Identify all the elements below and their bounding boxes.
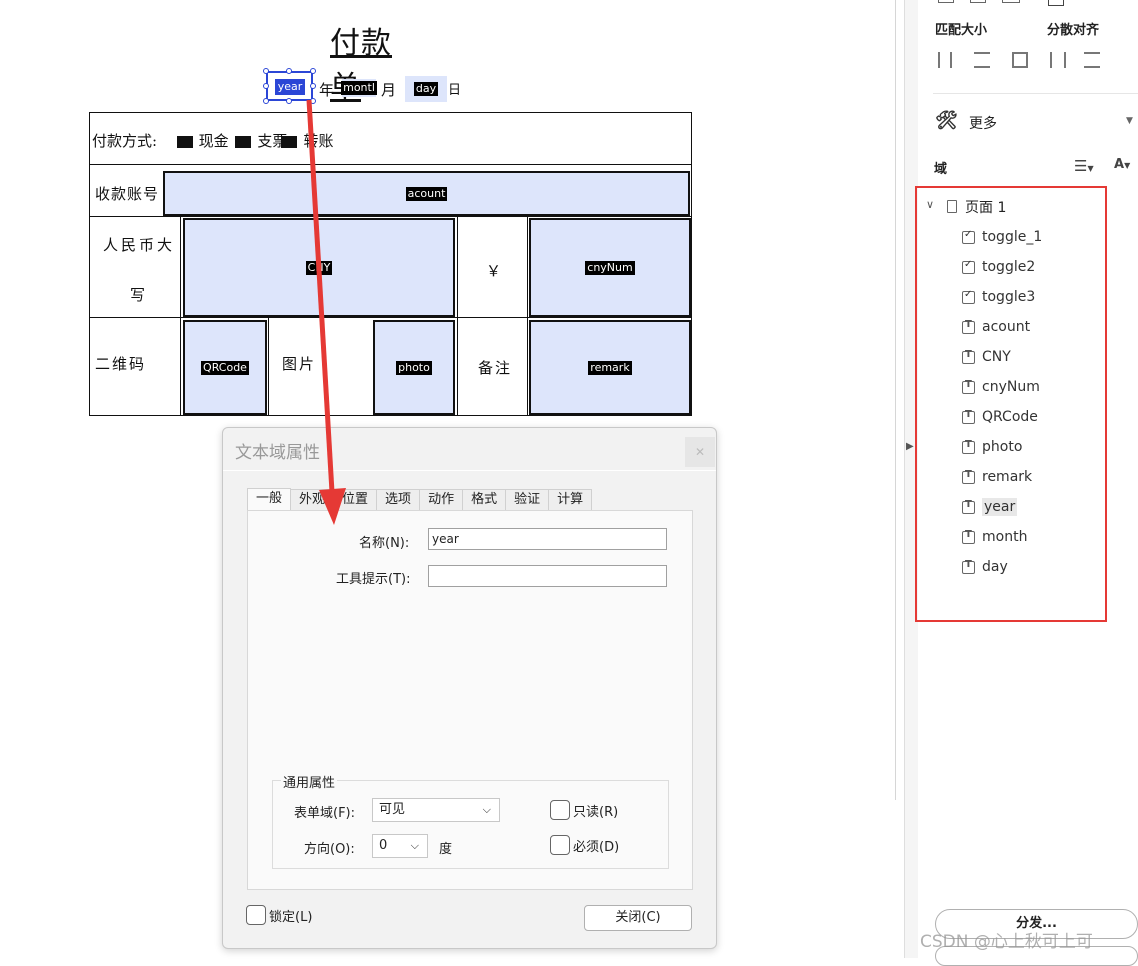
tree-item-label: month <box>982 529 1028 545</box>
text-field-icon <box>962 349 975 364</box>
watermark: CSDN @心上秋可上可 <box>920 932 1093 952</box>
text-field-icon <box>962 499 975 514</box>
right-panel: 匹配大小 分散对齐 🛠 更多 ▼ 域 ☰▼ A▼ ∨ 页面 1 toggle_1… <box>915 0 1138 966</box>
size-icon[interactable] <box>938 0 954 3</box>
tree-item-label: acount <box>982 319 1031 335</box>
tree-item-photo[interactable]: photo <box>962 432 1022 462</box>
match-size-label: 匹配大小 <box>935 23 988 38</box>
tree-item-label: QRCode <box>982 409 1038 425</box>
tree-item-acount[interactable]: acount <box>962 312 1030 342</box>
distribute-horizontal-icon[interactable] <box>1050 52 1066 68</box>
distribute-align-label: 分散对齐 <box>1047 23 1100 38</box>
divider <box>933 93 1138 94</box>
page-doc-icon <box>947 200 957 213</box>
tree-item-label: toggle3 <box>982 289 1036 305</box>
wrench-icon: 🛠 <box>935 110 958 131</box>
more-chevron-icon[interactable]: ▼ <box>1126 116 1133 126</box>
distribute-vertical-icon[interactable] <box>1084 52 1100 68</box>
match-width-icon[interactable] <box>938 52 952 68</box>
match-both-icon[interactable] <box>1012 52 1028 68</box>
tree-collapse-icon[interactable]: ∨ <box>926 198 934 211</box>
tree-item-year[interactable]: year <box>962 492 1018 522</box>
arrow-shaft <box>306 99 335 493</box>
tree-item-label: cnyNum <box>982 379 1040 395</box>
text-field-icon <box>962 469 975 484</box>
text-field-icon <box>962 559 975 574</box>
tree-item-remark[interactable]: remark <box>962 462 1032 492</box>
tree-item-toggle3[interactable]: toggle3 <box>962 282 1035 312</box>
distribute-icon-top[interactable] <box>1048 0 1064 6</box>
text-field-icon <box>962 319 975 334</box>
tree-item-day[interactable]: day <box>962 552 1008 582</box>
fields-label: 域 <box>934 162 948 177</box>
tree-item-cnynum[interactable]: cnyNum <box>962 372 1040 402</box>
size-icon-row <box>938 52 1028 68</box>
page-node[interactable]: 页面 1 <box>965 197 1006 217</box>
arrow-head <box>319 488 346 525</box>
sort-icon[interactable]: ☰▼ <box>1074 157 1094 175</box>
tree-item-cny[interactable]: CNY <box>962 342 1011 372</box>
tree-item-label: toggle_1 <box>982 229 1043 245</box>
size-icon[interactable] <box>970 0 986 3</box>
more-label[interactable]: 更多 <box>969 113 997 133</box>
tree-item-toggle2[interactable]: toggle2 <box>962 252 1035 282</box>
text-field-icon <box>962 439 975 454</box>
tree-item-label: day <box>982 559 1008 575</box>
tree-item-label: remark <box>982 469 1033 485</box>
tree-item-toggle-1[interactable]: toggle_1 <box>962 222 1042 252</box>
checkbox-field-icon <box>962 259 975 274</box>
expand-panel-icon[interactable]: ▶ <box>906 441 914 452</box>
match-height-icon[interactable] <box>974 52 990 68</box>
text-field-icon <box>962 529 975 544</box>
tree-item-label: CNY <box>982 349 1011 365</box>
tree-item-label: toggle2 <box>982 259 1036 275</box>
tree-item-qrcode[interactable]: QRCode <box>962 402 1038 432</box>
text-field-icon <box>962 409 975 424</box>
size-icon[interactable] <box>1002 0 1020 3</box>
checkbox-field-icon <box>962 289 975 304</box>
text-field-icon <box>962 379 975 394</box>
distribute-icon-row <box>1050 52 1100 68</box>
align-icon-row-top <box>938 0 1058 6</box>
sort-az-icon[interactable]: A▼ <box>1114 157 1130 172</box>
tree-item-month[interactable]: month <box>962 522 1027 552</box>
tree-item-label: photo <box>982 439 1023 455</box>
checkbox-field-icon <box>962 229 975 244</box>
tree-item-label-selected: year <box>982 498 1018 516</box>
left-scrollbar-track[interactable] <box>884 0 896 800</box>
